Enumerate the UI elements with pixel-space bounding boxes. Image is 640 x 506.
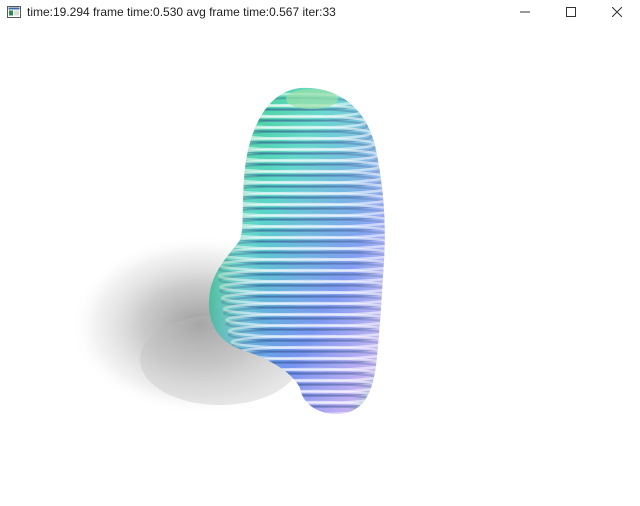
close-icon	[612, 7, 622, 17]
shape-top-cap	[286, 89, 338, 109]
maximize-button[interactable]	[548, 0, 594, 24]
maximize-icon	[566, 7, 576, 17]
render-viewport[interactable]	[0, 24, 640, 506]
minimize-button[interactable]	[502, 0, 548, 24]
raymarched-rings-shape	[70, 87, 385, 415]
title-bar[interactable]: time:19.294 frame time:0.530 avg frame t…	[0, 0, 640, 24]
close-button[interactable]	[594, 0, 640, 24]
app-window: time:19.294 frame time:0.530 avg frame t…	[0, 0, 640, 506]
window-title: time:19.294 frame time:0.530 avg frame t…	[27, 5, 336, 19]
window-app-icon	[7, 5, 21, 18]
minimize-icon	[520, 7, 530, 17]
